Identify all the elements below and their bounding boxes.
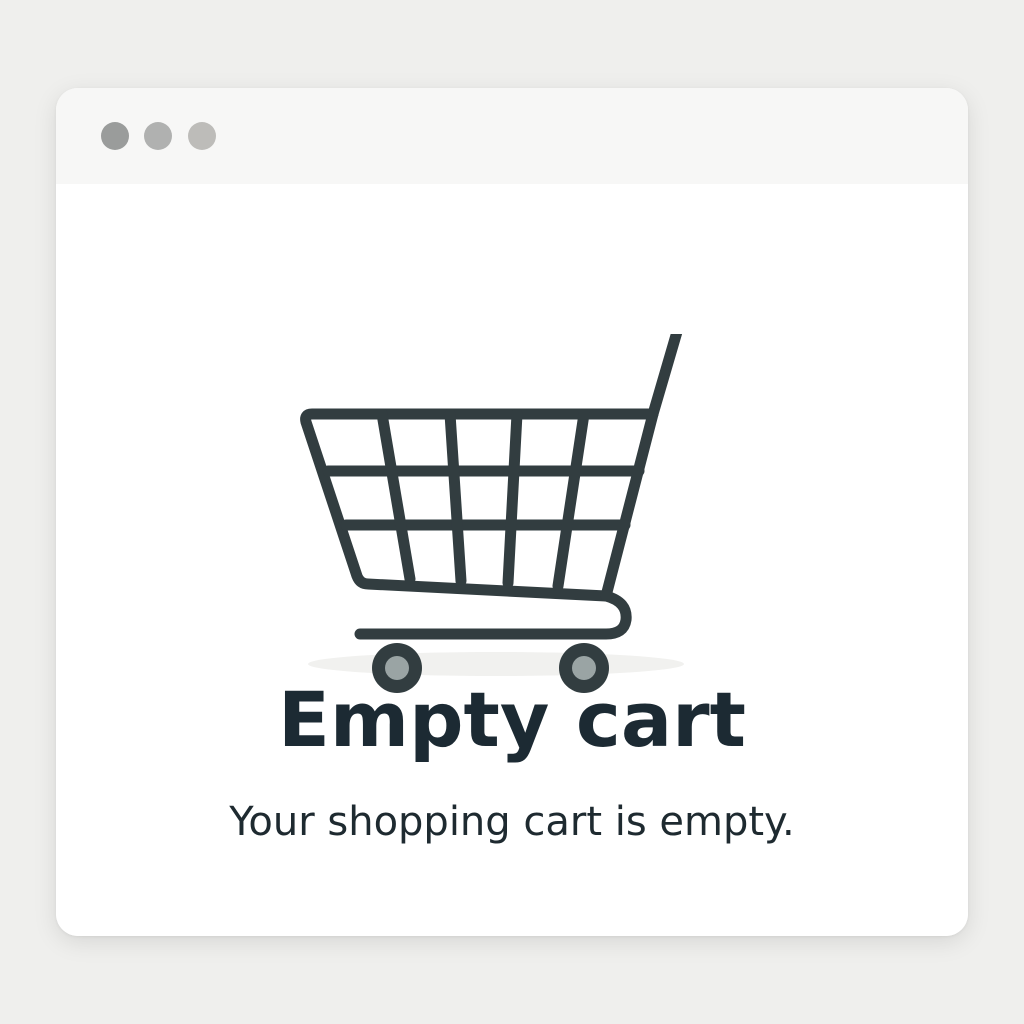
cart-handle xyxy=(647,308,739,420)
window-control-dot[interactable] xyxy=(188,122,216,150)
shopping-cart-icon xyxy=(296,308,756,724)
window-titlebar xyxy=(56,88,968,184)
cart-frame xyxy=(354,590,632,640)
window-control-dot[interactable] xyxy=(144,122,172,150)
cart-grid-line xyxy=(376,408,416,585)
cart-grid-line xyxy=(502,408,523,589)
cart-grid-line xyxy=(552,408,590,592)
cart-basket xyxy=(300,408,659,602)
window-control-dot[interactable] xyxy=(101,122,129,150)
cart-grid-line xyxy=(444,408,467,587)
empty-state-title: Empty cart xyxy=(278,675,746,764)
empty-state-message: Your shopping cart is empty. xyxy=(229,799,795,845)
app-window: Empty cart Your shopping cart is empty. xyxy=(56,88,968,936)
